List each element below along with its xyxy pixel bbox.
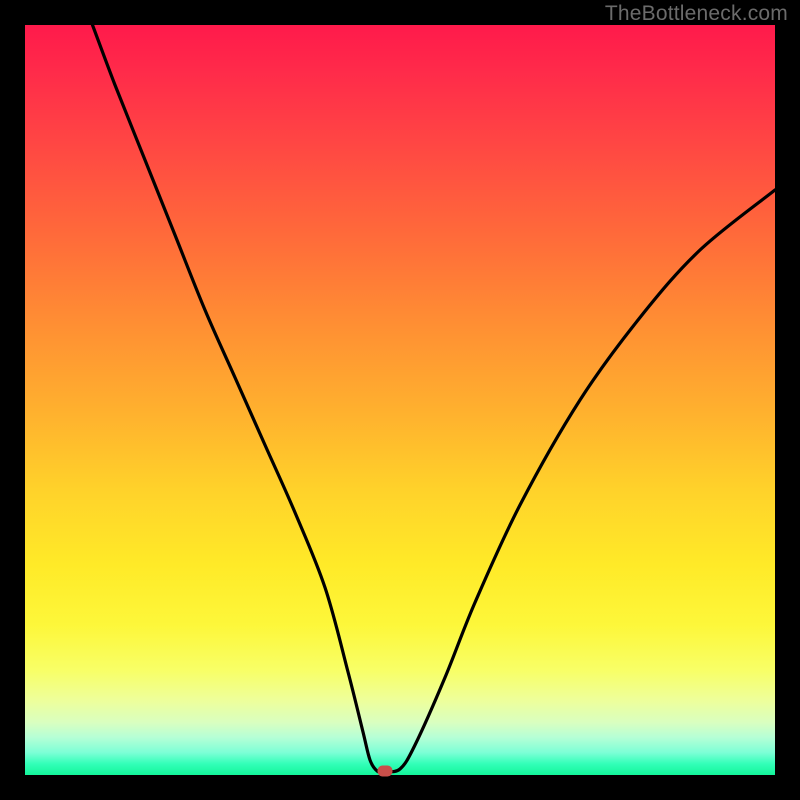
bottleneck-curve-path — [93, 25, 776, 772]
curve-svg — [25, 25, 775, 775]
plot-area — [25, 25, 775, 775]
watermark-text: TheBottleneck.com — [605, 2, 788, 26]
optimal-point-marker — [378, 766, 393, 777]
chart-frame: TheBottleneck.com — [0, 0, 800, 800]
